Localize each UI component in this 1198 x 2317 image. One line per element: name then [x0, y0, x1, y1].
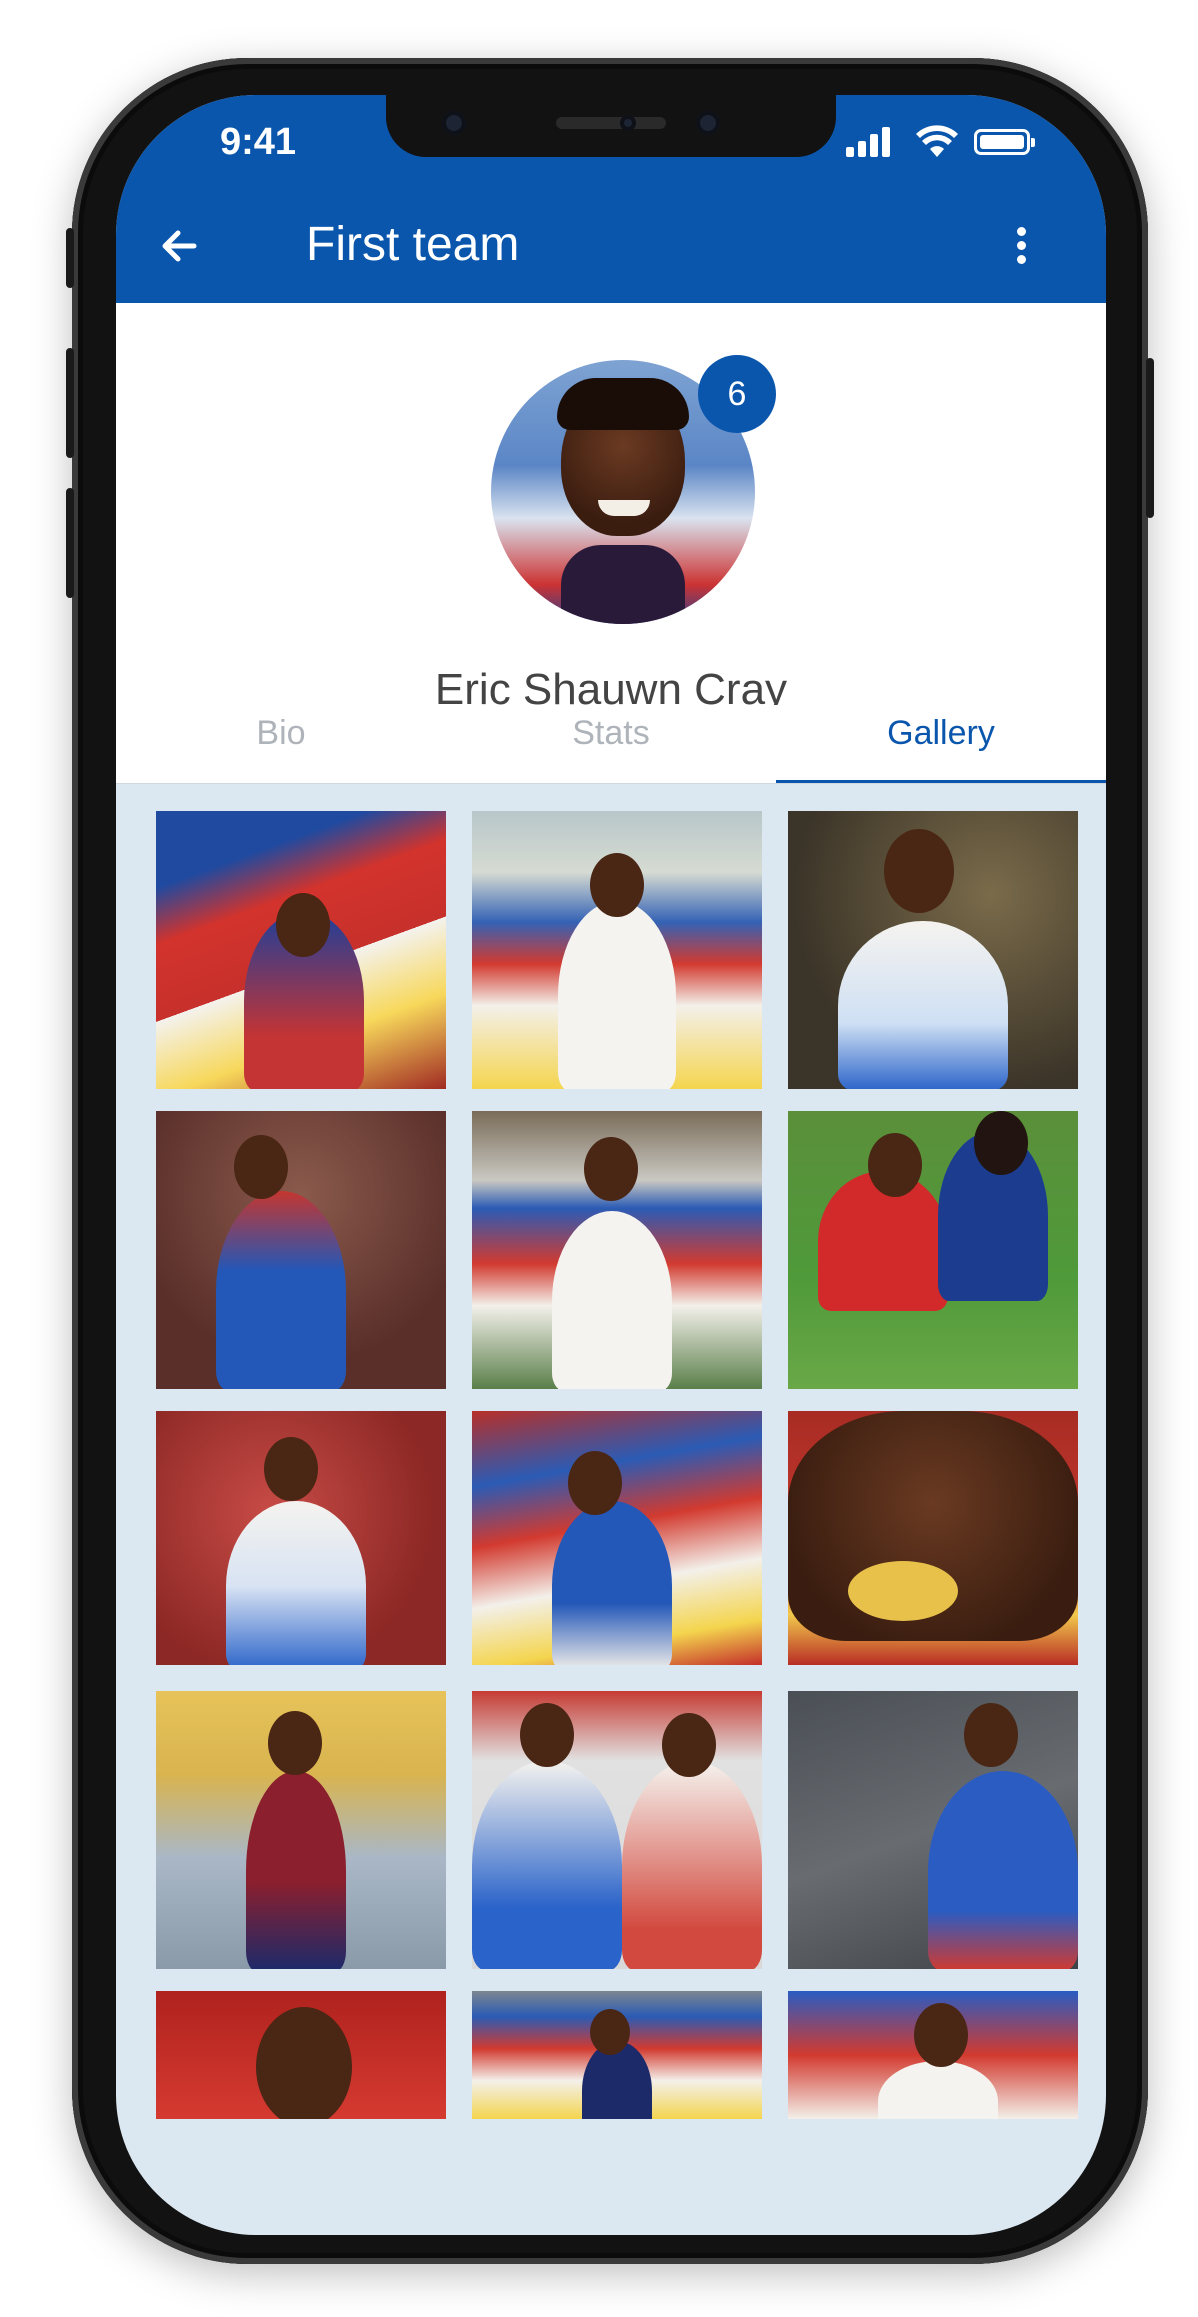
notch — [386, 95, 836, 157]
avatar-smile — [598, 500, 650, 516]
signal-icon — [846, 123, 896, 157]
gallery-photo[interactable] — [472, 811, 762, 1089]
volume-up-button — [66, 348, 74, 458]
gallery-photo[interactable] — [788, 811, 1078, 1089]
page-title: First team — [306, 218, 520, 271]
tab-stats[interactable]: Stats — [446, 705, 776, 783]
app-screen: 9:41 First team 6 Eric Shauwn Cray Bio S… — [116, 95, 1106, 2235]
gallery-photo[interactable] — [788, 1991, 1078, 2119]
wifi-icon — [916, 125, 958, 157]
app-bar: 9:41 First team — [116, 95, 1106, 303]
side-button — [66, 228, 74, 288]
gallery-photo[interactable] — [156, 1691, 446, 1969]
volume-down-button — [66, 488, 74, 598]
gallery-photo[interactable] — [472, 1991, 762, 2119]
back-arrow-icon[interactable] — [150, 215, 212, 277]
tab-bio[interactable]: Bio — [116, 705, 446, 783]
avatar-hair — [557, 378, 689, 430]
status-time: 9:41 — [220, 121, 297, 163]
gallery-photo[interactable] — [788, 1691, 1078, 1969]
status-icons — [846, 123, 1036, 163]
speaker-icon — [556, 117, 666, 129]
front-camera-icon — [696, 111, 720, 135]
gallery-photo[interactable] — [472, 1111, 762, 1389]
gallery-photo[interactable] — [156, 1111, 446, 1389]
tab-gallery[interactable]: Gallery — [776, 705, 1106, 783]
gallery-photo[interactable] — [472, 1411, 762, 1665]
gallery-photo[interactable] — [156, 1991, 446, 2119]
tab-bar: Bio Stats Gallery — [116, 705, 1106, 784]
more-vert-icon[interactable] — [996, 213, 1046, 275]
camera-icon — [442, 111, 466, 135]
jersey-number-badge: 6 — [698, 355, 776, 433]
gallery-photo[interactable] — [156, 1411, 446, 1665]
gallery-photo[interactable] — [156, 811, 446, 1089]
battery-icon — [974, 129, 1035, 155]
avatar-shirt — [561, 545, 685, 624]
gallery-photo[interactable] — [472, 1691, 762, 1969]
gallery-photo[interactable] — [788, 1111, 1078, 1389]
power-button — [1146, 358, 1154, 518]
sensor-icon — [620, 115, 636, 131]
gallery-photo[interactable] — [788, 1411, 1078, 1665]
